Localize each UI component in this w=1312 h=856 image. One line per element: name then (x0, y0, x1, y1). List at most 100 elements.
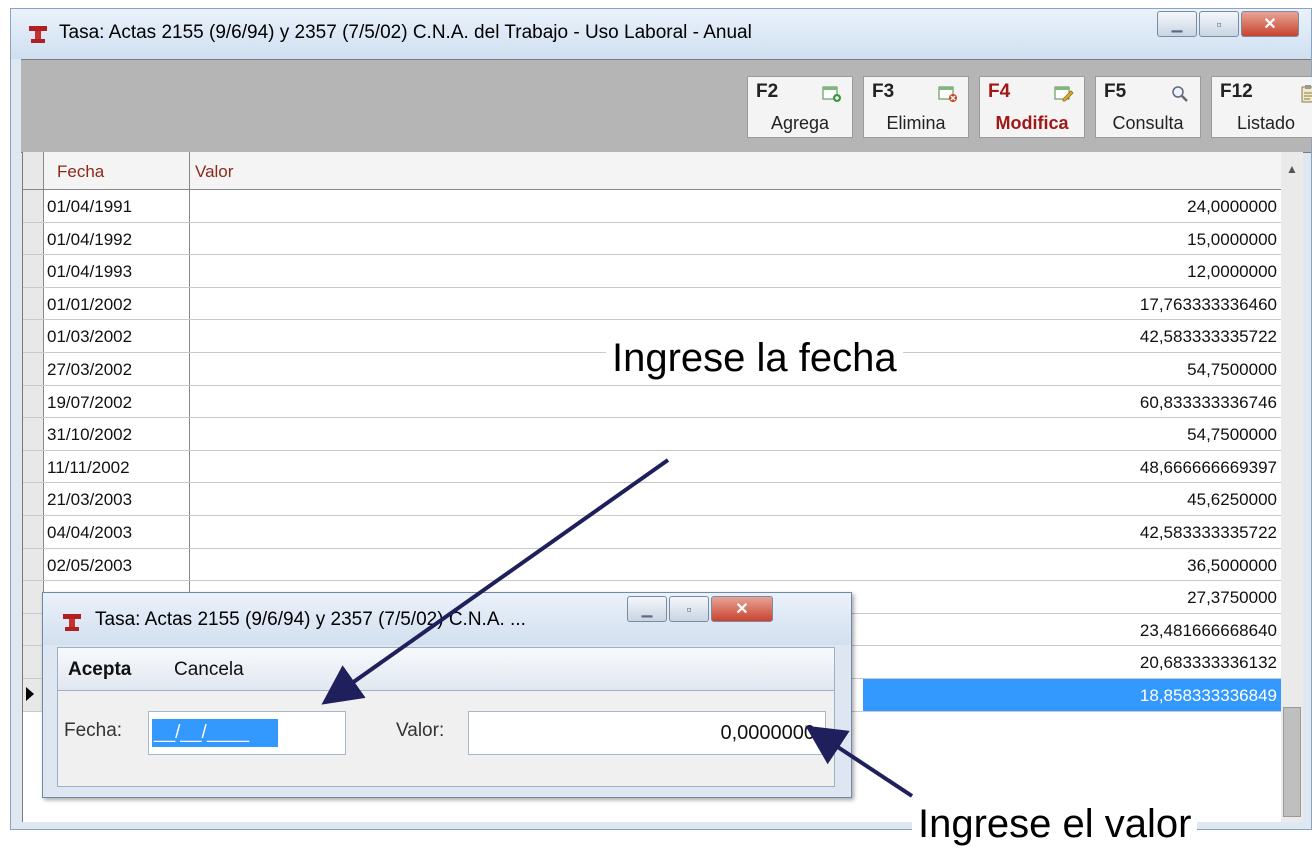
cell-valor[interactable]: 54,7500000 (1187, 360, 1277, 380)
table-row[interactable]: 11/11/2002 48,666666669397 (23, 450, 1283, 484)
delete-button[interactable]: F3 Elimina (863, 76, 969, 138)
column-header-fecha[interactable]: Fecha (57, 162, 104, 182)
cell-valor[interactable]: 45,6250000 (1187, 490, 1277, 510)
cell-fecha[interactable]: 11/11/2002 (47, 458, 130, 478)
valor-hint-annotation: Ingrese el valor (912, 802, 1198, 847)
delete-record-icon (938, 86, 957, 102)
row-indicator[interactable] (23, 255, 44, 287)
dialog-title: Tasa: Actas 2155 (9/6/94) y 2357 (7/5/02… (95, 609, 526, 630)
table-row[interactable]: 01/04/1993 12,0000000 (23, 255, 1283, 288)
cell-valor[interactable]: 42,583333335722 (1140, 327, 1277, 347)
dialog-close-button[interactable]: ✕ (711, 596, 773, 622)
row-indicator[interactable] (23, 548, 44, 581)
row-indicator[interactable] (23, 190, 44, 222)
valor-field[interactable]: 0,0000000 (468, 711, 826, 755)
maximize-button[interactable]: ▫ (1199, 11, 1239, 37)
edit-dialog: Tasa: Actas 2155 (9/6/94) y 2357 (7/5/02… (42, 592, 852, 798)
column-divider[interactable] (189, 152, 190, 189)
dialog-title-bar: Tasa: Actas 2155 (9/6/94) y 2357 (7/5/02… (43, 593, 851, 645)
dialog-app-icon (63, 614, 81, 631)
cell-valor[interactable]: 27,3750000 (1187, 588, 1277, 608)
row-indicator[interactable] (23, 613, 44, 646)
query-key: F5 (1104, 81, 1127, 102)
modify-label: Modifica (995, 113, 1069, 133)
table-row[interactable]: 01/01/2002 17,763333336460 (23, 287, 1283, 321)
row-indicator[interactable] (23, 320, 44, 352)
cell-fecha[interactable]: 01/04/1991 (47, 197, 132, 217)
row-indicator[interactable] (23, 385, 44, 418)
edit-record-icon (1054, 86, 1074, 102)
table-row[interactable]: 01/04/1992 15,0000000 (23, 222, 1283, 256)
query-button[interactable]: F5 Consulta (1095, 76, 1201, 138)
cell-valor[interactable]: 15,0000000 (1187, 230, 1277, 250)
cell-valor[interactable]: 23,481666668640 (1140, 621, 1277, 641)
valor-label: Valor: (396, 720, 445, 741)
cell-valor[interactable]: 12,0000000 (1187, 262, 1277, 282)
dialog-minimize-button[interactable]: ▁ (627, 596, 667, 622)
row-indicator[interactable] (23, 222, 44, 255)
accept-menu-item[interactable]: Acepta (68, 659, 131, 681)
cell-fecha[interactable]: 31/10/2002 (47, 425, 132, 445)
fecha-hint-annotation: Ingrese la fecha (606, 336, 903, 381)
cell-valor[interactable]: 54,7500000 (1187, 425, 1277, 445)
row-indicator[interactable] (23, 450, 44, 483)
list-button[interactable]: F12 Listado (1211, 76, 1312, 138)
row-indicator[interactable] (23, 581, 44, 613)
cell-fecha[interactable]: 01/04/1993 (47, 262, 132, 282)
column-header-valor[interactable]: Valor (195, 162, 233, 182)
dialog-window-controls: ▁ ▫ ✕ (627, 596, 773, 622)
window-controls: ▁ ▫ ✕ (1157, 11, 1299, 39)
cell-fecha[interactable]: 01/01/2002 (47, 295, 132, 315)
cell-fecha[interactable]: 01/04/1992 (47, 230, 132, 250)
scroll-up-icon[interactable]: ▲ (1281, 162, 1303, 176)
row-indicator[interactable] (23, 646, 44, 678)
cell-divider (189, 515, 190, 548)
cell-valor[interactable]: 18,858333336849 (1140, 686, 1277, 706)
cell-valor[interactable]: 36,5000000 (1187, 556, 1277, 576)
cell-valor[interactable]: 42,583333335722 (1140, 523, 1277, 543)
cell-divider (189, 222, 190, 255)
table-row[interactable]: 04/04/2003 42,583333335722 (23, 515, 1283, 549)
table-row[interactable]: 21/03/2003 45,6250000 (23, 483, 1283, 516)
vertical-scrollbar[interactable]: ▲ (1281, 152, 1303, 822)
cell-valor[interactable]: 60,833333336746 (1140, 393, 1277, 413)
table-row[interactable]: 02/05/2003 36,5000000 (23, 548, 1283, 582)
valor-field-value: 0,0000000 (720, 722, 815, 744)
cancel-menu-item[interactable]: Cancela (174, 659, 244, 681)
dialog-body: Acepta Cancela Fecha: __/__/____ Valor: … (57, 647, 835, 787)
delete-label: Elimina (886, 113, 946, 133)
table-row[interactable]: 19/07/2002 60,833333336746 (23, 385, 1283, 419)
cell-fecha[interactable]: 01/03/2002 (47, 327, 132, 347)
row-indicator[interactable] (23, 515, 44, 548)
delete-key: F3 (872, 81, 895, 102)
scroll-thumb[interactable] (1283, 707, 1301, 817)
cell-divider (189, 255, 190, 287)
row-indicator[interactable] (23, 287, 44, 320)
cell-fecha[interactable]: 04/04/2003 (47, 523, 132, 543)
magnifier-icon (1172, 86, 1188, 102)
cell-divider (189, 450, 190, 483)
cell-divider (189, 287, 190, 320)
modify-button[interactable]: F4 Modifica (979, 76, 1085, 138)
minimize-button[interactable]: ▁ (1157, 11, 1197, 37)
close-button[interactable]: ✕ (1241, 11, 1299, 37)
row-indicator[interactable] (23, 483, 44, 515)
table-row[interactable]: 31/10/2002 54,7500000 (23, 418, 1283, 451)
row-indicator[interactable] (23, 352, 44, 385)
row-indicator[interactable] (23, 418, 44, 450)
table-row[interactable]: 01/04/1991 24,0000000 (23, 190, 1283, 223)
row-indicator[interactable] (23, 678, 44, 711)
cell-valor[interactable]: 20,683333336132 (1140, 653, 1277, 673)
list-label: Listado (1236, 113, 1296, 133)
list-key: F12 (1220, 81, 1253, 102)
cell-fecha[interactable]: 27/03/2002 (47, 360, 132, 380)
cell-fecha[interactable]: 19/07/2002 (47, 393, 132, 413)
dialog-maximize-button[interactable]: ▫ (669, 596, 709, 622)
cell-valor[interactable]: 17,763333336460 (1140, 295, 1277, 315)
cell-valor[interactable]: 24,0000000 (1187, 197, 1277, 217)
add-button[interactable]: F2 Agrega (747, 76, 853, 138)
fecha-field[interactable]: __/__/____ (148, 711, 346, 755)
cell-fecha[interactable]: 21/03/2003 (47, 490, 132, 510)
cell-valor[interactable]: 48,666666669397 (1140, 458, 1277, 478)
cell-fecha[interactable]: 02/05/2003 (47, 556, 132, 576)
